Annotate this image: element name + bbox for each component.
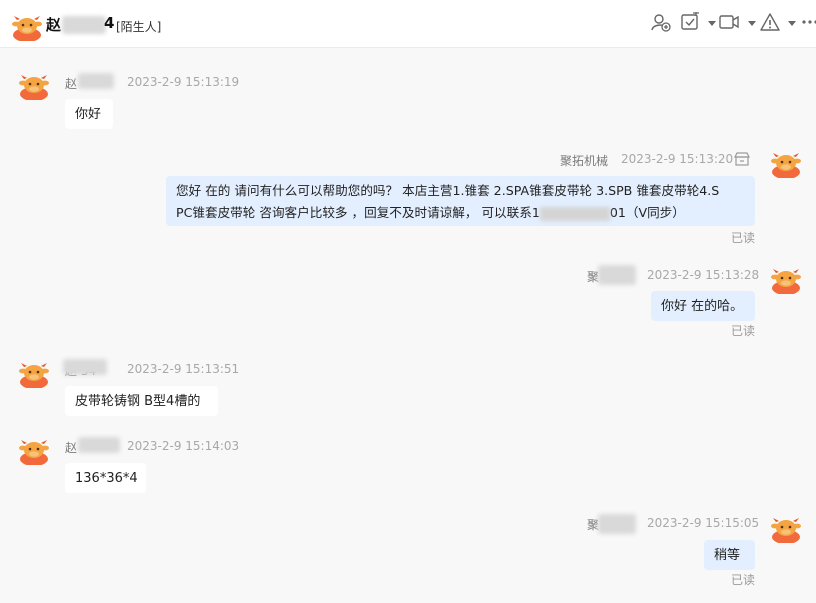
read-status: 已读	[731, 231, 756, 245]
self-avatar[interactable]	[770, 515, 802, 543]
sender-name: 赵	[65, 441, 78, 455]
task-dropdown-caret-icon[interactable]	[708, 19, 716, 27]
message-line: PC锥套皮带轮 咨询客户比较多 ，回复不及时请谅解， 可以联系1 01（V同步）	[176, 205, 685, 221]
chat-window: 赵 4 [陌生人] 赵 2023-2-9 15:13:19 你好 聚拓机械 20…	[0, 0, 816, 603]
message-bubble: 你好 在的哈。	[651, 291, 755, 321]
contact-avatar[interactable]	[11, 13, 43, 41]
redacted-sender-blur	[78, 437, 120, 453]
redacted-sender-blur	[598, 265, 636, 285]
redacted-sender-blur	[598, 514, 636, 534]
sender-avatar[interactable]	[18, 360, 50, 388]
read-status: 已读	[731, 573, 756, 587]
add-contact-icon[interactable]	[651, 12, 671, 32]
self-avatar[interactable]	[770, 150, 802, 178]
sender-name: 聚拓机械	[560, 154, 609, 168]
contact-name: 赵	[46, 16, 62, 34]
video-dropdown-caret-icon[interactable]	[748, 19, 756, 27]
self-avatar[interactable]	[770, 266, 802, 294]
stranger-tag: [陌生人]	[116, 20, 162, 34]
sender-name: 赵	[65, 77, 78, 91]
message-line: 您好 在的 请问有什么可以帮助您的吗？ 本店主营1.锥套 2.SPA锥套皮带轮 …	[176, 183, 720, 198]
store-icon	[734, 152, 750, 166]
message-time: 2023-2-9 15:13:20	[621, 152, 734, 166]
warning-dropdown-caret-icon[interactable]	[788, 19, 796, 27]
read-status: 已读	[731, 324, 756, 338]
message-time: 2023-2-9 15:13:19	[127, 75, 240, 89]
message-bubble: 136*36*4	[65, 463, 146, 493]
video-call-icon[interactable]	[719, 12, 739, 32]
message-time: 2023-2-9 15:15:05	[647, 516, 760, 530]
message-time: 2023-2-9 15:14:03	[127, 439, 240, 453]
sender-avatar[interactable]	[18, 437, 50, 465]
sender-avatar[interactable]	[18, 72, 50, 100]
message-time: 2023-2-9 15:13:51	[127, 362, 240, 376]
redacted-sender-blur	[63, 359, 107, 375]
redacted-name-blur	[62, 16, 106, 34]
more-icon[interactable]	[800, 12, 816, 32]
message-time: 2023-2-9 15:13:28	[647, 268, 760, 282]
task-check-icon[interactable]	[680, 12, 700, 32]
warning-icon[interactable]	[760, 12, 780, 32]
message-bubble: 你好	[65, 99, 113, 129]
message-bubble: 皮带轮铸钢 B型4槽的	[65, 386, 218, 416]
chat-header: 赵 4 [陌生人]	[0, 0, 816, 48]
message-bubble: 您好 在的 请问有什么可以帮助您的吗？ 本店主营1.锥套 2.SPA锥套皮带轮 …	[166, 176, 755, 226]
contact-name-suffix: 4	[104, 14, 115, 32]
message-bubble: 稍等	[704, 540, 755, 570]
redacted-phone-blur	[539, 206, 610, 221]
redacted-sender-blur	[78, 73, 114, 89]
